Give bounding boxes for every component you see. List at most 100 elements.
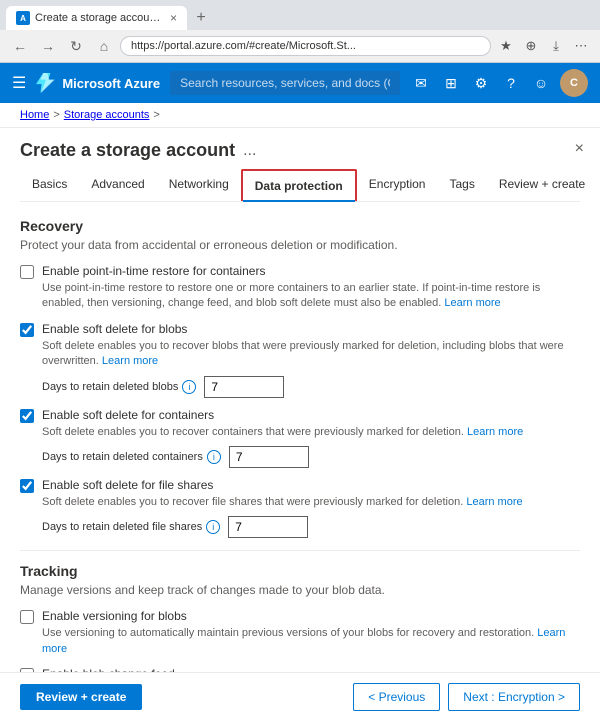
home-button[interactable]: ⌂ <box>92 34 116 58</box>
notifications-icon[interactable]: ✉ <box>410 72 432 94</box>
tab-networking[interactable]: Networking <box>157 169 241 201</box>
page-title: Create a storage account <box>20 140 235 161</box>
input-label-soft-delete-shares: Days to retain deleted file shares i <box>42 520 220 534</box>
checkbox-change-feed[interactable] <box>20 668 34 672</box>
footer: Review + create < Previous Next : Encryp… <box>0 672 600 721</box>
checkbox-group-soft-delete-containers: Enable soft delete for containers Soft de… <box>20 408 580 468</box>
checkbox-group-change-feed: Enable blob change feedKeep track of cre… <box>20 667 580 672</box>
info-icon-soft-delete-blobs[interactable]: i <box>182 380 196 394</box>
tabs-bar: BasicsAdvancedNetworkingData protectionE… <box>20 169 580 202</box>
tab-close-button[interactable]: × <box>170 11 177 25</box>
tab-data-protection[interactable]: Data protection <box>241 169 357 201</box>
feedback-icon[interactable]: ☺ <box>530 72 552 94</box>
checkbox-label-soft-delete-containers: Enable soft delete for containers <box>42 408 214 422</box>
info-icon-soft-delete-containers[interactable]: i <box>207 450 221 464</box>
input-row-soft-delete-blobs: Days to retain deleted blobs i <box>42 376 580 398</box>
tab-favicon: A <box>16 11 30 25</box>
tracking-title: Tracking <box>20 563 580 579</box>
azure-header: ☰ Microsoft Azure ✉ ⊞ ⚙ ? ☺ C <box>0 63 600 103</box>
checkbox-soft-delete-shares[interactable] <box>20 479 34 493</box>
input-row-soft-delete-shares: Days to retain deleted file shares i <box>42 516 580 538</box>
browser-actions: ★ ⊕ ⤓ ⋯ <box>495 35 592 57</box>
refresh-button[interactable]: ↻ <box>64 34 88 58</box>
browser-tab[interactable]: A Create a storage account - Micr... × <box>6 6 187 30</box>
info-icon-soft-delete-shares[interactable]: i <box>206 520 220 534</box>
number-input-soft-delete-shares[interactable] <box>228 516 308 538</box>
tracking-desc: Manage versions and keep track of change… <box>20 583 580 597</box>
number-input-soft-delete-containers[interactable] <box>229 446 309 468</box>
checkbox-row-change-feed: Enable blob change feed <box>20 667 580 672</box>
browser-action-2[interactable]: ⊕ <box>520 35 542 57</box>
learn-more-soft-delete-blobs[interactable]: Learn more <box>102 355 158 367</box>
close-button[interactable]: × <box>575 140 584 158</box>
checkbox-row-soft-delete-containers: Enable soft delete for containers <box>20 408 580 423</box>
tracking-divider <box>20 550 580 551</box>
checkbox-soft-delete-containers[interactable] <box>20 409 34 423</box>
checkbox-row-point-in-time: Enable point-in-time restore for contain… <box>20 264 580 279</box>
tab-advanced[interactable]: Advanced <box>79 169 156 201</box>
learn-more-point-in-time[interactable]: Learn more <box>444 297 500 309</box>
address-bar[interactable] <box>120 36 491 56</box>
azure-logo: Microsoft Azure <box>36 73 160 93</box>
header-icons: ✉ ⊞ ⚙ ? ☺ C <box>410 69 588 97</box>
page-options-button[interactable]: ... <box>243 142 256 160</box>
azure-search-input[interactable] <box>170 71 400 95</box>
next-button[interactable]: Next : Encryption > <box>448 683 580 711</box>
back-button[interactable]: ← <box>8 34 32 58</box>
checkbox-label-soft-delete-shares: Enable soft delete for file shares <box>42 478 213 492</box>
input-row-soft-delete-containers: Days to retain deleted containers i <box>42 446 580 468</box>
page-header: Create a storage account ... <box>20 128 580 169</box>
tab-review-create[interactable]: Review + create <box>487 169 597 201</box>
hamburger-menu[interactable]: ☰ <box>12 73 26 93</box>
checkbox-group-soft-delete-shares: Enable soft delete for file sharesSoft d… <box>20 478 580 538</box>
tab-tags[interactable]: Tags <box>437 169 486 201</box>
checkbox-desc-soft-delete-blobs: Soft delete enables you to recover blobs… <box>42 339 580 370</box>
breadcrumb: Home > Storage accounts > <box>0 103 600 128</box>
browser-action-4[interactable]: ⋯ <box>570 35 592 57</box>
number-input-soft-delete-blobs[interactable] <box>204 376 284 398</box>
checkbox-desc-soft-delete-containers: Soft delete enables you to recover conta… <box>42 425 580 440</box>
tracking-section: Tracking Manage versions and keep track … <box>20 563 580 672</box>
browser-action-1[interactable]: ★ <box>495 35 517 57</box>
tab-encryption[interactable]: Encryption <box>357 169 438 201</box>
checkbox-versioning[interactable] <box>20 610 34 624</box>
main-content: × Create a storage account ... BasicsAdv… <box>0 128 600 672</box>
checkbox-desc-versioning: Use versioning to automatically maintain… <box>42 626 580 657</box>
tab-basics[interactable]: Basics <box>20 169 79 201</box>
user-avatar[interactable]: C <box>560 69 588 97</box>
recovery-section: Recovery Protect your data from accident… <box>20 218 580 538</box>
recovery-desc: Protect your data from accidental or err… <box>20 238 580 252</box>
learn-more-soft-delete-containers[interactable]: Learn more <box>467 426 523 438</box>
new-tab-button[interactable]: + <box>189 6 213 30</box>
checkbox-label-point-in-time: Enable point-in-time restore for contain… <box>42 264 265 278</box>
checkbox-desc-point-in-time: Use point-in-time restore to restore one… <box>42 281 580 312</box>
learn-more-versioning[interactable]: Learn more <box>42 627 565 654</box>
azure-logo-text: Microsoft Azure <box>62 76 160 91</box>
checkbox-point-in-time[interactable] <box>20 265 34 279</box>
checkbox-row-soft-delete-shares: Enable soft delete for file shares <box>20 478 580 493</box>
breadcrumb-storage[interactable]: Storage accounts <box>64 109 150 121</box>
forward-button[interactable]: → <box>36 34 60 58</box>
checkbox-group-versioning: Enable versioning for blobs Use versionin… <box>20 609 580 657</box>
browser-chrome: A Create a storage account - Micr... × +… <box>0 0 600 63</box>
checkbox-row-soft-delete-blobs: Enable soft delete for blobs <box>20 322 580 337</box>
checkbox-group-soft-delete-blobs: Enable soft delete for blobs Soft delete … <box>20 322 580 398</box>
help-icon[interactable]: ? <box>500 72 522 94</box>
recovery-title: Recovery <box>20 218 580 234</box>
checkbox-label-versioning: Enable versioning for blobs <box>42 609 187 623</box>
checkbox-soft-delete-blobs[interactable] <box>20 323 34 337</box>
cloud-shell-icon[interactable]: ⊞ <box>440 72 462 94</box>
settings-icon[interactable]: ⚙ <box>470 72 492 94</box>
checkbox-label-soft-delete-blobs: Enable soft delete for blobs <box>42 322 187 336</box>
breadcrumb-home[interactable]: Home <box>20 109 49 121</box>
input-label-soft-delete-blobs: Days to retain deleted blobs i <box>42 380 196 394</box>
tab-title: Create a storage account - Micr... <box>35 12 165 24</box>
previous-button[interactable]: < Previous <box>353 683 440 711</box>
checkbox-row-versioning: Enable versioning for blobs <box>20 609 580 624</box>
azure-logo-icon <box>36 73 56 93</box>
breadcrumb-sep-2: > <box>153 109 159 121</box>
checkbox-label-change-feed: Enable blob change feed <box>42 667 175 672</box>
browser-action-3[interactable]: ⤓ <box>545 35 567 57</box>
tab-bar: A Create a storage account - Micr... × + <box>0 0 600 30</box>
learn-more-soft-delete-shares[interactable]: Learn more <box>466 496 522 508</box>
